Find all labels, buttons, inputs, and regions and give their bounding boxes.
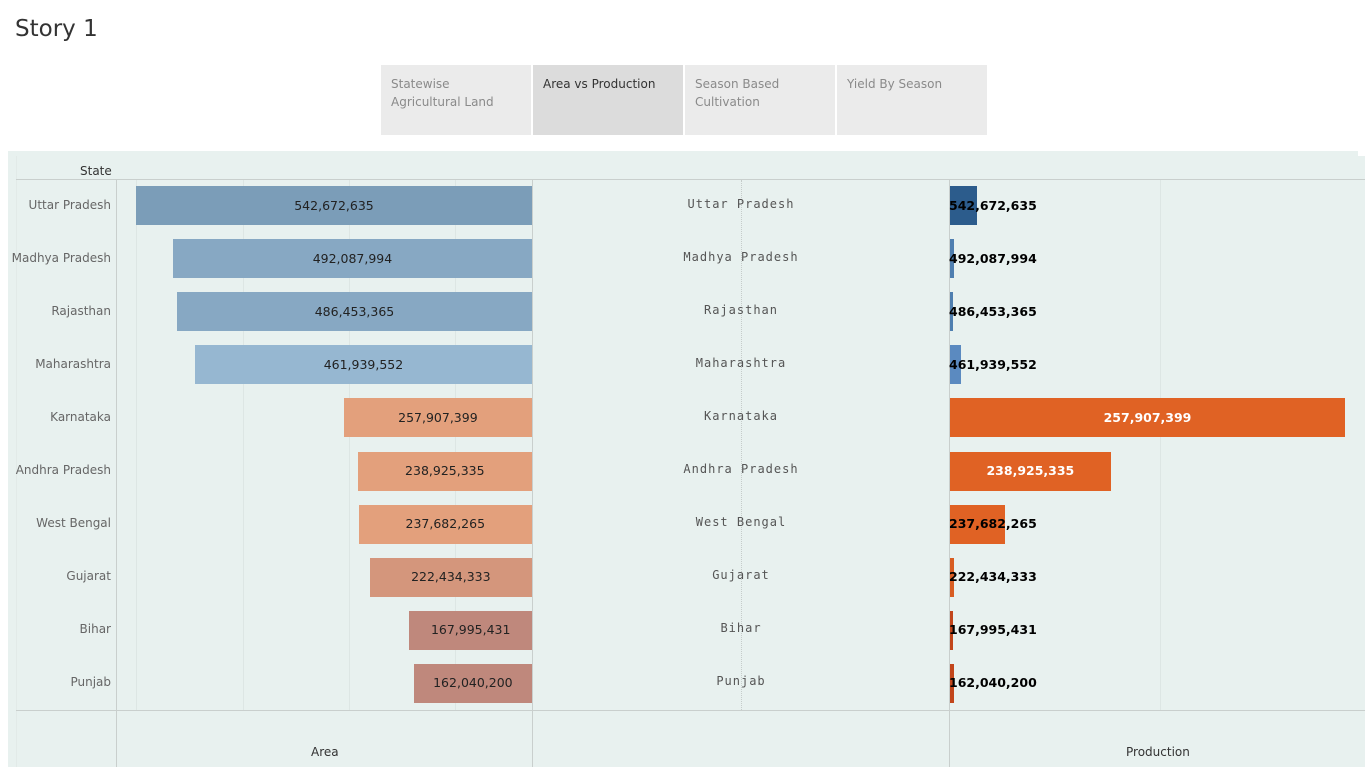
story-title: Story 1 xyxy=(15,16,98,42)
area-bar-label: 167,995,431 xyxy=(430,622,511,638)
production-bar-label: 492,087,994 xyxy=(949,250,1037,266)
area-bar-label: 257,907,399 xyxy=(398,409,478,425)
state-center-label: Bihar xyxy=(720,621,762,636)
production-bar-label: 461,939,552 xyxy=(949,356,1037,372)
state-label: Madhya Pradesh xyxy=(11,250,111,265)
area-axis-title: Area xyxy=(311,745,339,759)
state-label: Rajasthan xyxy=(51,303,111,318)
production-bar-label: 162,040,200 xyxy=(949,675,1037,691)
state-label: Bihar xyxy=(79,622,111,637)
header-divider xyxy=(16,179,1365,180)
state-label: West Bengal xyxy=(36,516,111,531)
footer-divider xyxy=(16,710,1365,711)
area-bar-label: 542,672,635 xyxy=(294,197,374,213)
state-center-label: Uttar Pradesh xyxy=(687,196,795,211)
production-bar-label: 257,907,399 xyxy=(1103,409,1192,425)
tab-area-vs-production[interactable]: Area vs Production xyxy=(533,65,683,135)
area-bar-label: 237,682,265 xyxy=(405,516,486,532)
area-bar-label: 492,087,994 xyxy=(312,250,393,266)
tab-yield-by-season[interactable]: Yield By Season xyxy=(837,65,987,135)
area-bar-label: 222,434,333 xyxy=(411,569,491,585)
area-bar-label: 461,939,552 xyxy=(323,356,404,372)
production-gridline xyxy=(1160,180,1161,710)
production-bar-label: 237,682,265 xyxy=(949,516,1037,532)
area-bar-label: 486,453,365 xyxy=(314,303,395,319)
production-bar-label: 238,925,335 xyxy=(986,463,1075,478)
state-label: Maharashtra xyxy=(35,356,111,371)
state-center-label: Punjab xyxy=(716,674,766,689)
production-axis-title: Production xyxy=(1126,745,1190,759)
state-center-label: Karnataka xyxy=(703,408,779,423)
area-bar-label: 162,040,200 xyxy=(433,675,513,691)
area-bar-label: 238,925,335 xyxy=(405,463,485,478)
production-bar-label: 222,434,333 xyxy=(949,569,1037,585)
production-bar-label: 542,672,635 xyxy=(949,197,1037,213)
state-label: Uttar Pradesh xyxy=(28,197,111,212)
story-tabs: Statewise Agricultural Land Area vs Prod… xyxy=(381,65,987,135)
area-gridline xyxy=(136,180,137,710)
state-center-label: Andhra Pradesh xyxy=(683,462,799,476)
state-center-label: Rajasthan xyxy=(703,302,779,317)
production-bar-label: 167,995,431 xyxy=(949,622,1037,638)
state-center-label: Madhya Pradesh xyxy=(683,249,799,264)
state-center-label: West Bengal xyxy=(695,515,787,530)
state-label: Gujarat xyxy=(66,569,111,584)
state-label: Andhra Pradesh xyxy=(15,463,111,477)
state-col-divider xyxy=(116,180,117,767)
tab-statewise-agricultural-land[interactable]: Statewise Agricultural Land xyxy=(381,65,531,135)
tab-season-based-cultivation[interactable]: Season Based Cultivation xyxy=(685,65,835,135)
state-center-label: Gujarat xyxy=(712,568,770,583)
state-center-label: Maharashtra xyxy=(695,355,787,370)
production-bar-label: 486,453,365 xyxy=(949,303,1037,319)
state-label: Punjab xyxy=(70,675,111,690)
state-label: Karnataka xyxy=(50,409,111,424)
state-column-header: State xyxy=(80,164,112,178)
